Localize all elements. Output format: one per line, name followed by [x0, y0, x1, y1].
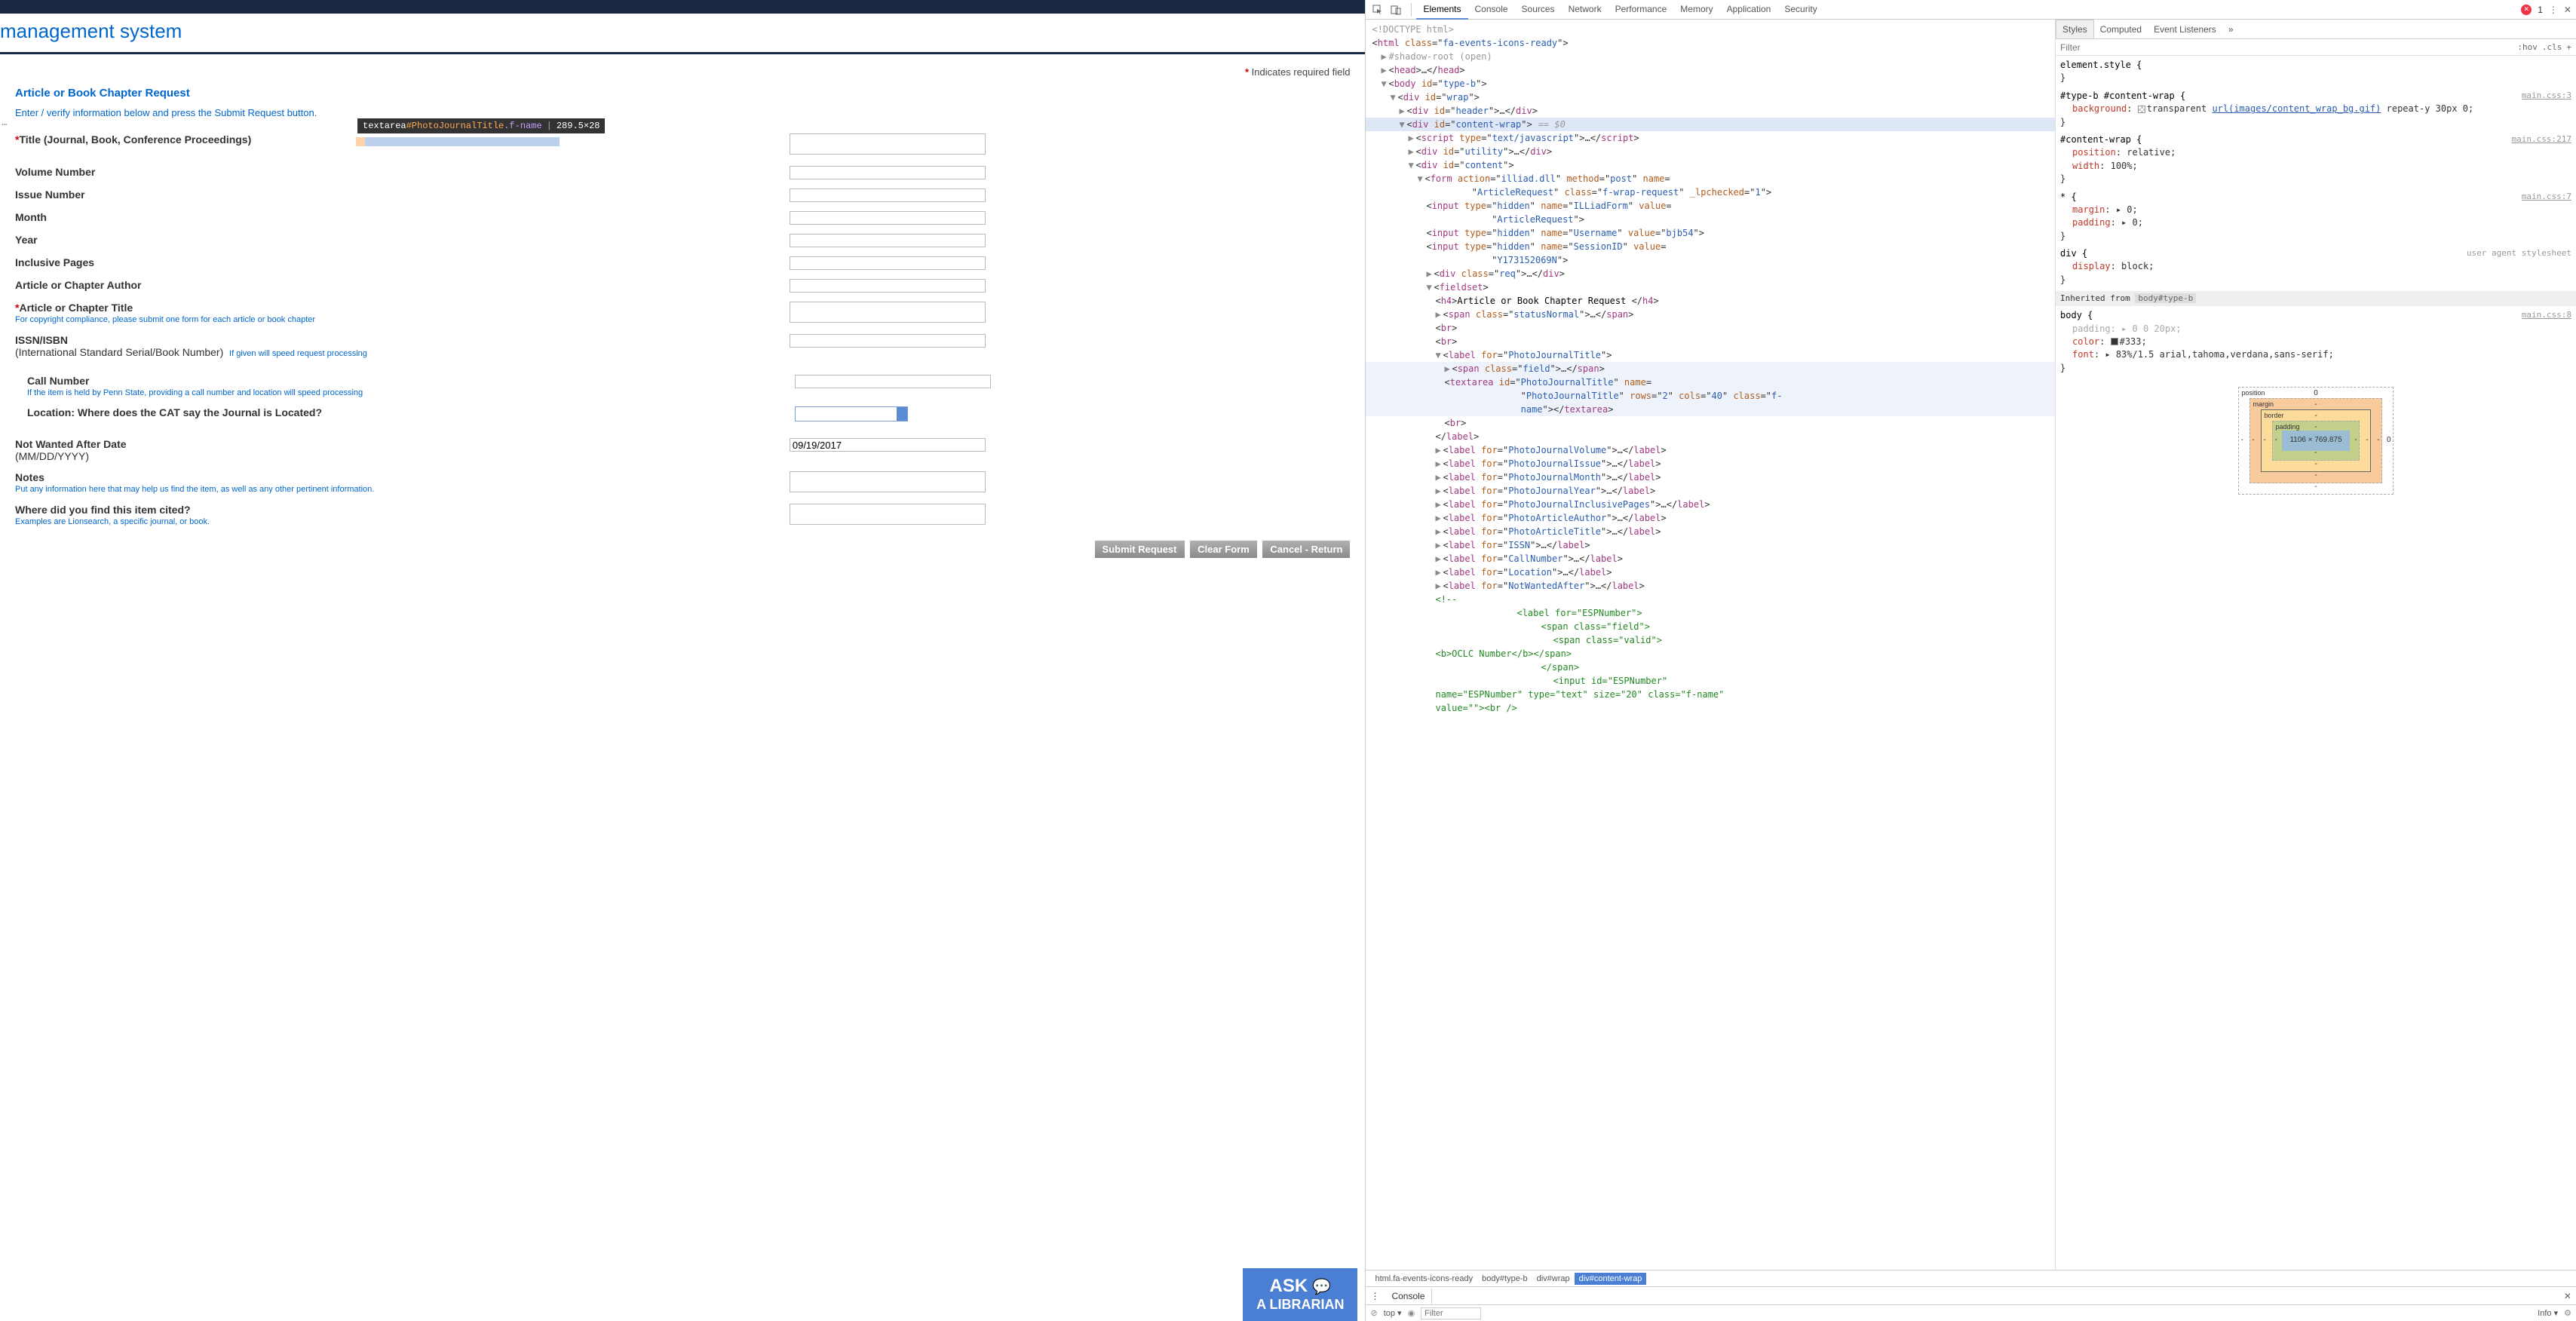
console-toolbar: ⊘ top ▾ ◉ Info ▾ ⚙ [1366, 1304, 2576, 1321]
styles-tab-more[interactable]: » [2222, 20, 2240, 38]
context-dropdown[interactable]: top ▾ [1384, 1308, 1402, 1318]
input-article-title[interactable] [790, 302, 986, 323]
tab-application[interactable]: Application [1720, 0, 1778, 20]
drawer-close-icon[interactable]: ✕ [2564, 1291, 2571, 1301]
label-pages: Inclusive Pages [15, 256, 790, 268]
tab-security[interactable]: Security [1777, 0, 1823, 20]
eye-icon[interactable]: ◉ [1408, 1308, 1415, 1318]
cls-toggle[interactable]: .cls [2542, 42, 2562, 52]
top-banner [0, 0, 1365, 14]
label-year: Year [15, 234, 790, 246]
input-issn[interactable] [790, 334, 986, 348]
ask-librarian-widget[interactable]: ASK💬 A LIBRARIAN [1243, 1268, 1357, 1321]
tab-memory[interactable]: Memory [1673, 0, 1719, 20]
clear-console-icon[interactable]: ⊘ [1370, 1308, 1377, 1318]
input-year[interactable] [790, 234, 986, 247]
tab-elements[interactable]: Elements [1416, 0, 1467, 20]
tab-console[interactable]: Console [1468, 0, 1515, 20]
styles-panel: Styles Computed Event Listeners » :hov .… [2056, 20, 2576, 1270]
label-issue: Issue Number [15, 188, 790, 201]
label-article-title: *Article or Chapter Title For copyright … [15, 302, 790, 324]
input-pages[interactable] [790, 256, 986, 270]
tab-performance[interactable]: Performance [1608, 0, 1674, 20]
label-notes: Notes Put any information here that may … [15, 471, 790, 494]
drawer-menu-icon[interactable]: ⋮ [1370, 1291, 1379, 1301]
input-not-wanted[interactable] [790, 438, 986, 452]
error-count: 1 [2538, 5, 2543, 15]
page-header: management system [0, 14, 1365, 54]
browser-viewport: management system textarea#PhotoJournalT… [0, 0, 1365, 1321]
styles-rules[interactable]: element.style { } main.css:3 #type-b #co… [2056, 56, 2576, 1270]
input-author[interactable] [790, 279, 986, 293]
input-cited[interactable] [790, 504, 986, 525]
styles-tab-listeners[interactable]: Event Listeners [2148, 20, 2222, 38]
menu-icon[interactable]: ⋮ [2549, 5, 2558, 15]
label-call-number: Call Number If the item is held by Penn … [27, 375, 795, 397]
console-drawer: ⋮ Console ✕ [1366, 1286, 2576, 1304]
styles-tab-computed[interactable]: Computed [2094, 20, 2148, 38]
input-journal-title[interactable] [790, 133, 986, 155]
input-volume[interactable] [790, 166, 986, 179]
input-call-number[interactable] [795, 375, 991, 388]
clear-button[interactable]: Clear Form [1190, 541, 1257, 558]
page-title: management system [0, 20, 182, 42]
form-container: * Indicates required field Article or Bo… [0, 54, 1365, 579]
input-issue[interactable] [790, 188, 986, 202]
cancel-button[interactable]: Cancel - Return [1262, 541, 1350, 558]
section-subtitle: Enter / verify information below and pre… [15, 107, 1350, 118]
console-filter-input[interactable] [1421, 1307, 1481, 1319]
log-level-dropdown[interactable]: Info ▾ [2538, 1308, 2558, 1318]
label-location: Location: Where does the CAT say the Jou… [27, 406, 795, 418]
inspect-icon[interactable] [1370, 2, 1385, 17]
box-model-diagram: position 0--0 margin ---- border ---- pa… [2060, 379, 2571, 502]
selected-dom-node[interactable]: ⋯▼<div id="content-wrap">== $0 [1366, 118, 2055, 131]
inspector-tooltip: textarea#PhotoJournalTitle.f-name|289.5×… [357, 118, 605, 133]
section-title: Article or Book Chapter Request [15, 87, 1350, 100]
label-month: Month [15, 211, 790, 223]
tab-network[interactable]: Network [1562, 0, 1608, 20]
devtools-main-tabs: Elements Console Sources Network Perform… [1416, 0, 2521, 20]
styles-tab-styles[interactable]: Styles [2056, 20, 2094, 38]
label-issn: ISSN/ISBN (International Standard Serial… [15, 334, 790, 358]
input-month[interactable] [790, 211, 986, 225]
devtools-panel: Elements Console Sources Network Perform… [1365, 0, 2576, 1321]
drawer-console-tab[interactable]: Console [1385, 1289, 1431, 1304]
required-indicator: * Indicates required field [15, 66, 1350, 78]
dom-breadcrumb[interactable]: html.fa-events-icons-ready body#type-b d… [1366, 1270, 2576, 1286]
select-location[interactable] [795, 406, 908, 421]
close-devtools-icon[interactable]: ✕ [2564, 5, 2571, 15]
chat-icon: 💬 [1312, 1278, 1331, 1296]
input-notes[interactable] [790, 471, 986, 492]
label-not-wanted: Not Wanted After Date (MM/DD/YYYY) [15, 438, 790, 462]
label-volume: Volume Number [15, 166, 790, 178]
styles-filter-input[interactable] [2060, 42, 2513, 53]
add-rule-icon[interactable]: + [2566, 42, 2571, 52]
label-cited: Where did you find this item cited? Exam… [15, 504, 790, 526]
tab-sources[interactable]: Sources [1515, 0, 1562, 20]
devtools-toolbar: Elements Console Sources Network Perform… [1366, 0, 2576, 20]
dom-tree[interactable]: <!DOCTYPE html> <html class="fa-events-i… [1366, 20, 2056, 1270]
hov-toggle[interactable]: :hov [2517, 42, 2538, 52]
device-toggle-icon[interactable] [1388, 2, 1403, 17]
inspector-highlight [356, 137, 560, 146]
label-author: Article or Chapter Author [15, 279, 790, 291]
submit-button[interactable]: Submit Request [1095, 541, 1185, 558]
gear-icon[interactable]: ⚙ [2564, 1308, 2571, 1318]
error-count-icon[interactable]: ✕ [2521, 5, 2532, 15]
